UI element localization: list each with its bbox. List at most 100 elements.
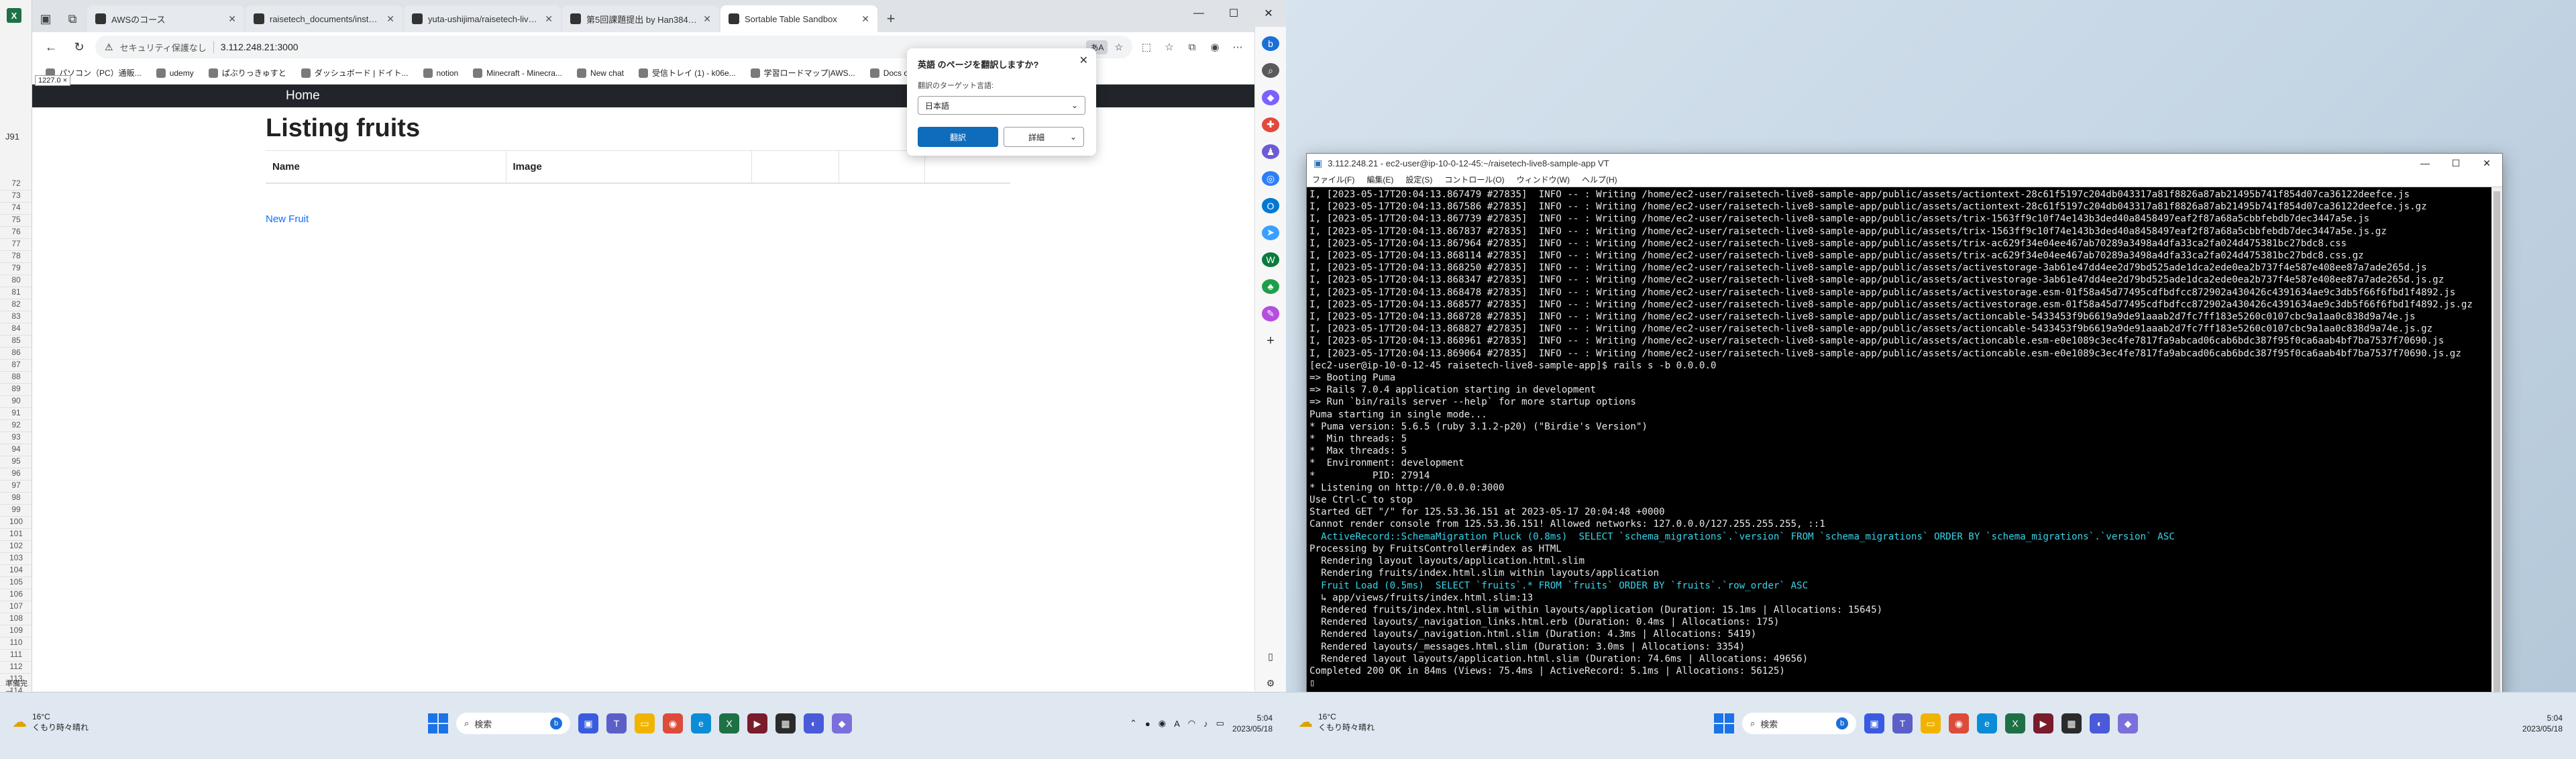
volume-icon[interactable]: ♪: [1203, 719, 1208, 729]
bookmark-item[interactable]: 受信トレイ (1) - k06e...: [638, 67, 736, 79]
excel-row-number[interactable]: 86: [0, 348, 32, 360]
excel-row-number[interactable]: 101: [0, 529, 32, 541]
teams-icon[interactable]: T: [606, 713, 627, 733]
warning-icon[interactable]: ⚠: [105, 42, 113, 53]
chrome-icon[interactable]: ◉: [663, 713, 683, 733]
close-icon[interactable]: ✕: [1079, 54, 1088, 67]
weather-widget[interactable]: ☁ 16°C くもり時々晴れ: [1298, 711, 1375, 733]
ime-icon[interactable]: A: [1174, 719, 1180, 729]
app-icon[interactable]: ▦: [2061, 713, 2082, 733]
taskbar-search[interactable]: ⌕ 検索 b: [456, 713, 570, 734]
profile-icon[interactable]: ◉: [1205, 37, 1225, 57]
file-explorer-icon[interactable]: ▭: [1921, 713, 1941, 733]
tray-app-icon[interactable]: ●: [1145, 719, 1150, 729]
favorites-icon[interactable]: ☆: [1159, 37, 1179, 57]
designer-icon[interactable]: ✎: [1262, 306, 1279, 321]
weather-widget[interactable]: ☁ 16°C くもり時々晴れ: [12, 711, 89, 733]
excel-row-number[interactable]: 99: [0, 505, 32, 517]
tray-app-icon[interactable]: ◉: [1159, 718, 1166, 729]
excel-row-number[interactable]: 110: [0, 638, 32, 650]
excel-row-number[interactable]: 78: [0, 251, 32, 263]
office-icon[interactable]: ◎: [1262, 171, 1279, 187]
excel-row-number[interactable]: 98: [0, 493, 32, 505]
excel-row-number[interactable]: 112: [0, 662, 32, 674]
terminal-menu-item[interactable]: 編集(E): [1366, 174, 1393, 185]
extensions-icon[interactable]: ⬚: [1136, 37, 1157, 57]
excel-icon[interactable]: X: [2005, 713, 2025, 733]
excel-row-number[interactable]: 85: [0, 336, 32, 348]
close-icon[interactable]: ✕: [386, 13, 394, 25]
more-menu-icon[interactable]: ⋯: [1228, 37, 1248, 57]
excel-row-number[interactable]: 107: [0, 601, 32, 613]
terminal-menu-item[interactable]: ヘルプ(H): [1582, 174, 1617, 185]
security-warning[interactable]: セキュリティ保護なし: [120, 41, 207, 54]
workspaces-icon[interactable]: ⧉: [59, 5, 86, 32]
send-icon[interactable]: ➤: [1262, 225, 1279, 240]
excel-row-number[interactable]: 94: [0, 444, 32, 456]
excel-row-number[interactable]: 100: [0, 517, 32, 529]
bookmark-item[interactable]: ダッシュボード | ドイト...: [301, 67, 409, 79]
sidebar-toggle-icon[interactable]: ▯: [1262, 650, 1279, 664]
chrome-icon[interactable]: ◉: [1949, 713, 1969, 733]
url-text[interactable]: 3.112.248.21:3000: [221, 42, 299, 52]
maximize-icon[interactable]: ☐: [1216, 0, 1251, 27]
excel-row-number[interactable]: 93: [0, 432, 32, 444]
minimize-icon[interactable]: —: [2410, 158, 2440, 169]
excel-row-number[interactable]: 105: [0, 577, 32, 589]
windows-start-icon[interactable]: [1714, 713, 1734, 733]
bing-chat-icon[interactable]: b: [1262, 36, 1279, 52]
taskbar-search[interactable]: ⌕ 検索 b: [1742, 713, 1856, 734]
add-icon[interactable]: +: [1262, 334, 1279, 349]
close-icon[interactable]: ✕: [703, 13, 711, 25]
back-icon[interactable]: ←: [39, 35, 63, 59]
excel-row-number[interactable]: 81: [0, 287, 32, 299]
new-tab-button[interactable]: +: [877, 5, 904, 32]
nav-home-link[interactable]: Home: [286, 89, 320, 103]
clock[interactable]: 5:04 2023/05/18: [1232, 713, 1273, 734]
excel-row-number[interactable]: 76: [0, 227, 32, 239]
task-view-icon[interactable]: ▣: [1864, 713, 1884, 733]
excel-row-number[interactable]: 108: [0, 613, 32, 625]
terminal-icon[interactable]: ▶: [747, 713, 767, 733]
edge-icon[interactable]: e: [691, 713, 711, 733]
new-fruit-link[interactable]: New Fruit: [266, 213, 309, 225]
excel-row-number[interactable]: 91: [0, 408, 32, 420]
close-icon[interactable]: ✕: [228, 13, 236, 25]
tools-icon[interactable]: ✚: [1262, 117, 1279, 132]
translate-button[interactable]: 翻訳: [918, 127, 998, 147]
windows-start-icon[interactable]: [428, 713, 448, 733]
wifi-icon[interactable]: ◠: [1188, 718, 1195, 729]
excel-row-number[interactable]: 87: [0, 360, 32, 372]
star-icon[interactable]: ☆: [1114, 42, 1123, 53]
outlook-icon[interactable]: O: [1262, 198, 1279, 213]
app-icon[interactable]: ▦: [775, 713, 796, 733]
shopping-icon[interactable]: ◆: [1262, 90, 1279, 105]
excel-row-number[interactable]: 103: [0, 553, 32, 565]
browser-tab[interactable]: Sortable Table Sandbox ✕: [720, 5, 877, 32]
terminal-scrollbar[interactable]: [2491, 187, 2502, 708]
tree-icon[interactable]: ♣: [1262, 279, 1279, 295]
terminal-output[interactable]: I, [2023-05-17T20:04:13.867479 #27835] I…: [1307, 187, 2491, 708]
clock[interactable]: 5:04 2023/05/18: [2522, 713, 2563, 734]
bookmark-item[interactable]: ぱぶりっきゅすと: [208, 67, 286, 79]
browser-tab[interactable]: raisetech_documents/install_my... ✕: [246, 5, 402, 32]
target-language-select[interactable]: 日本語 ⌄: [918, 96, 1085, 115]
excel-row-number[interactable]: 97: [0, 480, 32, 493]
close-icon[interactable]: ✕: [861, 13, 869, 25]
column-header-image[interactable]: Image: [506, 150, 752, 184]
excel-row-number[interactable]: 95: [0, 456, 32, 468]
vpn-icon[interactable]: W: [1262, 252, 1279, 268]
file-explorer-icon[interactable]: ▭: [635, 713, 655, 733]
bookmark-item[interactable]: New chat: [576, 68, 624, 78]
excel-row-number[interactable]: 88: [0, 372, 32, 384]
discord-icon[interactable]: ◐: [2090, 713, 2110, 733]
excel-row-number[interactable]: 83: [0, 311, 32, 323]
excel-row-number[interactable]: 77: [0, 239, 32, 251]
task-view-icon[interactable]: ▣: [578, 713, 598, 733]
excel-row-number[interactable]: 104: [0, 565, 32, 577]
minimize-icon[interactable]: —: [1181, 0, 1216, 27]
excel-row-number[interactable]: 72: [0, 179, 32, 191]
close-icon[interactable]: ✕: [545, 13, 553, 25]
battery-icon[interactable]: ▭: [1216, 718, 1224, 729]
excel-icon[interactable]: X: [7, 8, 21, 23]
